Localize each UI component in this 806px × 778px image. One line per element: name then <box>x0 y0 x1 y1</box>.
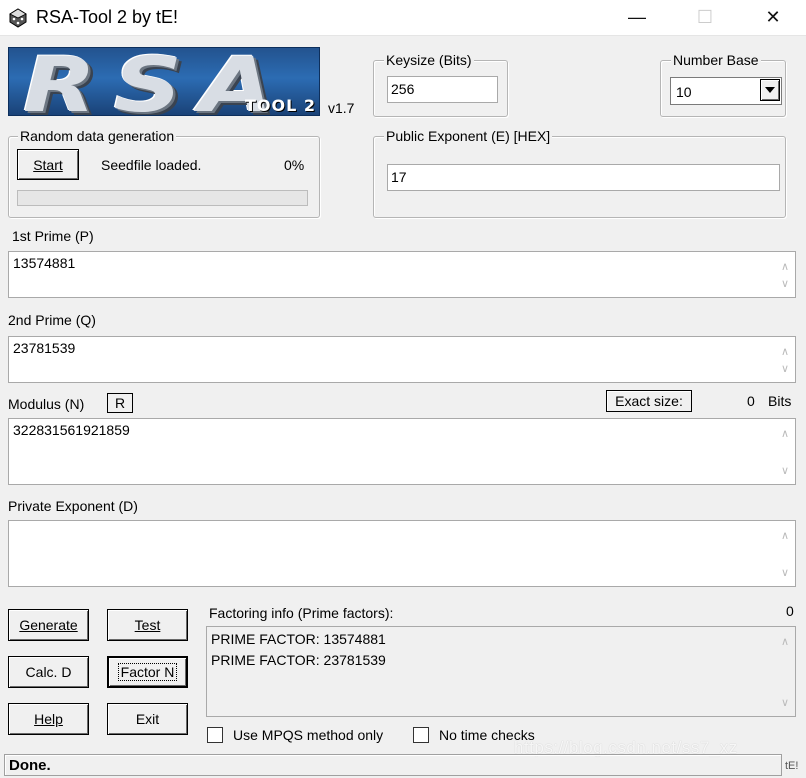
test-button[interactable]: Test <box>107 609 188 641</box>
modulus-size-value: 0 <box>747 393 755 409</box>
prime-q-value: 23781539 <box>13 340 76 356</box>
calc-d-button-label: Calc. D <box>25 664 72 680</box>
help-button[interactable]: Help <box>8 703 89 735</box>
start-button-label: Start <box>33 156 63 173</box>
private-exponent-label: Private Exponent (D) <box>8 498 138 514</box>
modulus-field[interactable]: 322831561921859 ∧ ∨ <box>8 418 796 485</box>
calc-d-button[interactable]: Calc. D <box>8 656 89 688</box>
start-button[interactable]: Start <box>17 149 79 180</box>
scroll-down-icon[interactable]: ∨ <box>775 462 795 480</box>
exact-size-button[interactable]: Exact size: <box>606 390 692 412</box>
random-progress-percent: 0% <box>284 157 305 173</box>
scroll-up-icon[interactable]: ∧ <box>775 633 795 651</box>
scroll-down-icon[interactable]: ∨ <box>775 275 795 293</box>
status-text: Done. <box>4 754 782 776</box>
modulus-r-button[interactable]: R <box>107 393 133 413</box>
window-title: RSA-Tool 2 by tE! <box>36 7 179 27</box>
seedfile-status: Seedfile loaded. <box>101 157 202 173</box>
rsa-logo: RSA TOOL 2 <box>8 47 320 116</box>
keysize-input[interactable]: 256 <box>387 76 498 103</box>
factoring-output[interactable]: PRIME FACTOR: 13574881 PRIME FACTOR: 237… <box>206 626 796 717</box>
prime-q-scrollbar[interactable]: ∧ ∨ <box>775 337 795 382</box>
keysize-legend: Keysize (Bits) <box>384 52 474 68</box>
scroll-up-icon[interactable]: ∧ <box>775 425 795 443</box>
close-button[interactable]: ✕ <box>750 0 796 34</box>
factoring-count: 0 <box>786 603 794 619</box>
logo-sub-text: TOOL 2 <box>245 96 317 115</box>
factoring-line-2: PRIME FACTOR: 23781539 <box>211 652 386 668</box>
scroll-down-icon[interactable]: ∨ <box>775 694 795 712</box>
no-time-checks-checkbox[interactable] <box>413 727 429 743</box>
factoring-line-1: PRIME FACTOR: 13574881 <box>211 631 386 647</box>
private-exponent-field[interactable]: ∧ ∨ <box>8 520 796 587</box>
app-icon <box>8 8 28 28</box>
factoring-scrollbar[interactable]: ∧ ∨ <box>775 627 795 716</box>
random-data-legend: Random data generation <box>18 128 177 144</box>
number-base-value: 10 <box>676 84 692 100</box>
prime-q-label: 2nd Prime (Q) <box>8 312 96 328</box>
public-exponent-input[interactable]: 17 <box>387 164 780 191</box>
scroll-up-icon[interactable]: ∧ <box>775 343 795 361</box>
prime-q-field[interactable]: 23781539 ∧ ∨ <box>8 336 796 383</box>
public-exponent-legend: Public Exponent (E) [HEX] <box>384 128 553 144</box>
number-base-select[interactable]: 10 <box>670 77 782 105</box>
modulus-value: 322831561921859 <box>13 422 130 438</box>
modulus-scrollbar[interactable]: ∧ ∨ <box>775 419 795 484</box>
help-button-label: Help <box>34 711 63 727</box>
exit-button[interactable]: Exit <box>107 703 188 735</box>
mpqs-label: Use MPQS method only <box>233 727 384 743</box>
prime-p-value: 13574881 <box>13 255 76 271</box>
modulus-bits-label: Bits <box>768 393 792 409</box>
title-bar: RSA-Tool 2 by tE! — ☐ ✕ <box>0 0 806 36</box>
status-right: tE! <box>785 760 799 772</box>
maximize-button[interactable]: ☐ <box>682 0 728 34</box>
factor-n-button[interactable]: Factor N <box>107 656 188 688</box>
prime-p-scrollbar[interactable]: ∧ ∨ <box>775 252 795 297</box>
scroll-down-icon[interactable]: ∨ <box>775 360 795 378</box>
factor-n-button-label: Factor N <box>117 663 178 681</box>
factoring-info-label: Factoring info (Prime factors): <box>209 605 394 621</box>
generate-button[interactable]: Generate <box>8 609 89 641</box>
prime-p-field[interactable]: 13574881 ∧ ∨ <box>8 251 796 298</box>
prime-p-label: 1st Prime (P) <box>12 228 94 244</box>
exit-button-label: Exit <box>135 711 160 727</box>
scroll-up-icon[interactable]: ∧ <box>775 527 795 545</box>
minimize-button[interactable]: — <box>614 0 660 34</box>
scroll-up-icon[interactable]: ∧ <box>775 258 795 276</box>
mpqs-checkbox[interactable] <box>207 727 223 743</box>
version-label: v1.7 <box>328 100 355 116</box>
number-base-legend: Number Base <box>671 52 761 68</box>
private-exponent-scrollbar[interactable]: ∧ ∨ <box>775 521 795 586</box>
modulus-label: Modulus (N) <box>8 396 85 412</box>
chevron-down-icon[interactable] <box>760 79 780 101</box>
scroll-down-icon[interactable]: ∨ <box>775 564 795 582</box>
test-button-label: Test <box>134 617 161 633</box>
status-bar: Done. tE! <box>0 752 806 778</box>
generate-button-label: Generate <box>19 617 78 633</box>
random-progress-bar <box>17 190 308 206</box>
